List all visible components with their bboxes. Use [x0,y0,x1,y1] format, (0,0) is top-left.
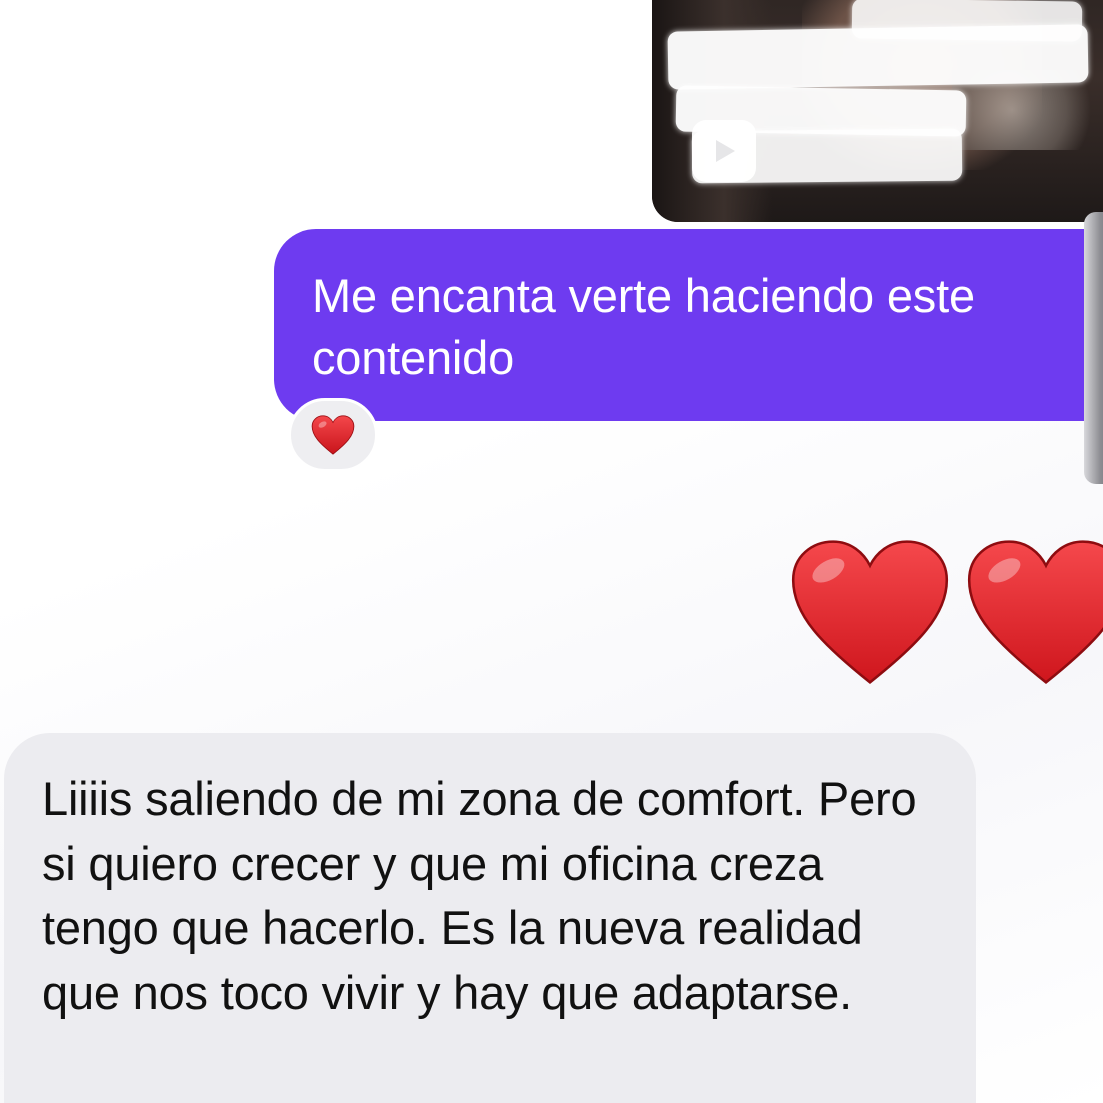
incoming-message-text: Liiiis saliendo de mi zona de comfort. P… [42,772,917,1019]
heart-icon [791,540,949,685]
heart-icon [311,415,355,455]
outgoing-message-text: Me encanta verte haciendo este contenido [312,269,975,384]
heart-emoji-message[interactable] [790,532,1103,702]
play-icon[interactable] [692,120,756,182]
message-reaction[interactable] [288,398,378,472]
outgoing-message-bubble[interactable]: Me encanta verte haciendo este contenido [274,229,1103,421]
video-message-thumbnail[interactable] [652,0,1103,222]
heart-icon [967,540,1103,685]
adjacent-panel-edge [1084,212,1103,484]
incoming-message-bubble[interactable]: Liiiis saliendo de mi zona de comfort. P… [4,733,976,1103]
censor-bar [667,24,1089,90]
chat-screen: Me encanta verte haciendo este contenido [0,0,1103,1103]
